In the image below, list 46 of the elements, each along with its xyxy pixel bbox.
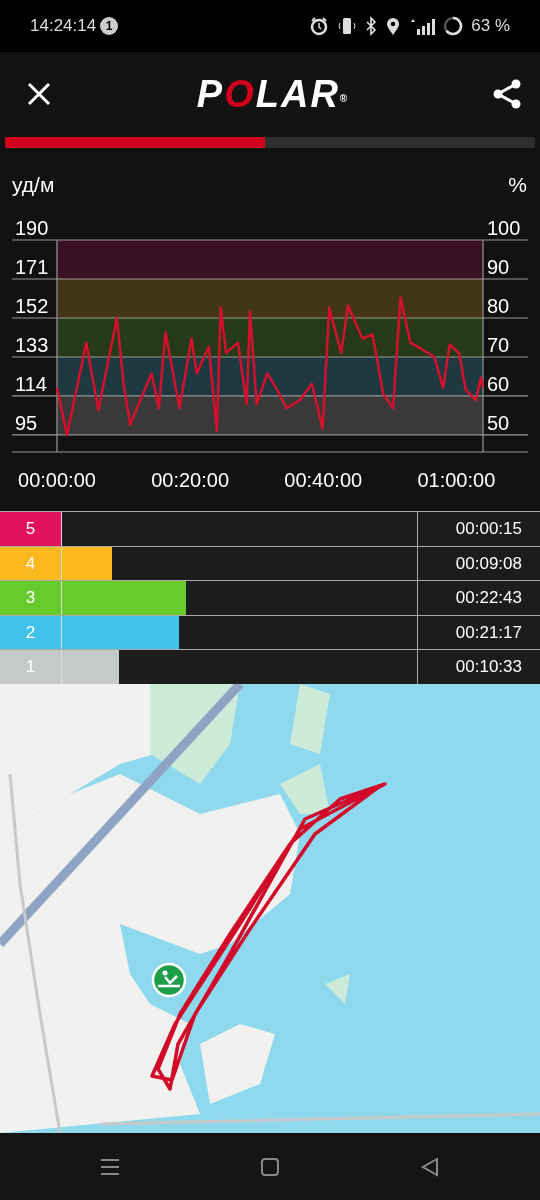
axis-label: 50 [487, 411, 510, 434]
axis-label: 133 [15, 334, 49, 356]
zone-number: 4 [0, 546, 62, 581]
battery-icon [443, 16, 464, 36]
share-button[interactable] [492, 78, 522, 109]
bluetooth-icon [365, 16, 378, 36]
status-time: 14:24:14 [30, 15, 97, 38]
share-icon [492, 78, 522, 109]
zone-time: 00:00:15 [418, 512, 540, 546]
axis-label: 00:20:00 [151, 469, 230, 491]
axis-label: 80 [487, 295, 510, 317]
axis-label: 190 [15, 217, 49, 239]
vibrate-icon [337, 16, 358, 36]
axis-label: 01:00:00 [417, 469, 496, 491]
back-icon [420, 1157, 440, 1178]
brand-logo: POLAR$^{®}$ [196, 74, 348, 113]
axis-label: 100 [487, 217, 521, 239]
zone-number: 3 [0, 581, 62, 615]
square-icon [260, 1157, 280, 1178]
zone-time: 00:22:43 [418, 581, 540, 615]
axis-label: 00:00:00 [18, 469, 96, 491]
axis-label: 00:40:00 [284, 469, 363, 491]
axis-label: 114 [15, 372, 47, 395]
axis-label: 90 [487, 256, 510, 278]
axis-title: % [508, 173, 527, 196]
zone-time: 00:21:17 [418, 615, 540, 650]
axis-label: 60 [487, 372, 510, 395]
axis-title: уд/м [12, 173, 55, 196]
axis-label: 95 [15, 411, 38, 434]
zone-time: 00:09:08 [418, 546, 540, 581]
axis-label: 70 [487, 334, 510, 356]
zone-number: 2 [0, 615, 62, 650]
notification-badge: 1 [100, 17, 119, 35]
zone-number: 1 [0, 650, 62, 684]
close-icon [26, 80, 52, 107]
location-icon [385, 16, 402, 36]
battery-percent: 63 % [471, 15, 510, 38]
signal-icon [409, 16, 436, 36]
close-button[interactable] [26, 80, 52, 107]
axis-label: 171 [15, 256, 49, 278]
alarm-icon [309, 16, 330, 36]
axis-label: 152 [15, 295, 49, 317]
zone-time: 00:10:33 [418, 650, 540, 684]
menu-icon [100, 1157, 120, 1178]
rowing-marker-icon [151, 962, 187, 998]
zone-number: 5 [0, 512, 62, 546]
